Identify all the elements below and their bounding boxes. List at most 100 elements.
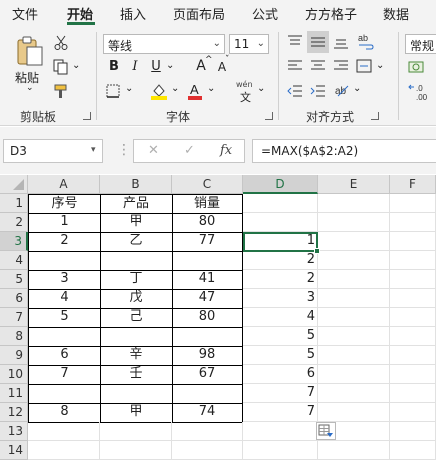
align-left-icon[interactable] bbox=[287, 59, 303, 73]
cell-f2[interactable] bbox=[390, 213, 436, 232]
alignment-launcher-icon[interactable] bbox=[371, 112, 379, 120]
cell-a8[interactable] bbox=[28, 327, 101, 347]
cell-b7[interactable]: 己 bbox=[100, 308, 173, 328]
copy-icon[interactable] bbox=[53, 59, 69, 75]
cell-e1[interactable] bbox=[318, 194, 390, 213]
name-box-dropdown-icon[interactable]: ▾ bbox=[91, 145, 96, 155]
cell-c5[interactable]: 41 bbox=[172, 270, 243, 290]
cell-d6[interactable]: 3 bbox=[243, 289, 318, 308]
cell-c8[interactable] bbox=[172, 327, 243, 347]
cell-c10[interactable]: 67 bbox=[172, 365, 243, 385]
fill-color-icon[interactable] bbox=[150, 82, 168, 100]
row-header-9[interactable]: 9 bbox=[0, 346, 28, 365]
cell-f11[interactable] bbox=[390, 384, 436, 403]
cell-a6[interactable]: 4 bbox=[28, 289, 101, 309]
row-header-3[interactable]: 3 bbox=[0, 232, 28, 251]
italic-button[interactable]: I bbox=[127, 59, 143, 74]
cell-a2[interactable]: 1 bbox=[28, 213, 101, 233]
cell-c3[interactable]: 77 bbox=[172, 232, 243, 252]
row-header-5[interactable]: 5 bbox=[0, 270, 28, 289]
cell-c9[interactable]: 98 bbox=[172, 346, 243, 366]
cell-b9[interactable]: 辛 bbox=[100, 346, 173, 366]
align-middle-button[interactable] bbox=[307, 31, 329, 53]
font-launcher-icon[interactable] bbox=[265, 112, 273, 120]
cell-a1[interactable]: 序号 bbox=[28, 194, 101, 214]
cell-f4[interactable] bbox=[390, 251, 436, 270]
cell-b1[interactable]: 产品 bbox=[100, 194, 173, 214]
cell-f14[interactable] bbox=[390, 441, 436, 460]
cell-c12[interactable]: 74 bbox=[172, 403, 243, 423]
row-header-4[interactable]: 4 bbox=[0, 251, 28, 270]
fill-handle[interactable] bbox=[314, 248, 320, 254]
copy-dropdown-icon[interactable]: ⌄ bbox=[72, 60, 80, 71]
phonetic-guide-button[interactable]: wén bbox=[236, 80, 253, 89]
cell-a4[interactable] bbox=[28, 251, 101, 271]
cell-f13[interactable] bbox=[390, 422, 436, 441]
cell-c1[interactable]: 销量 bbox=[172, 194, 243, 214]
cell-d13[interactable] bbox=[243, 422, 318, 441]
increase-decimal-icon[interactable]: .0 .00 bbox=[408, 83, 434, 101]
cell-d2[interactable] bbox=[243, 213, 318, 232]
cell-d11[interactable]: 7 bbox=[243, 384, 318, 403]
cell-b8[interactable] bbox=[100, 327, 173, 347]
cell-f7[interactable] bbox=[390, 308, 436, 327]
font-size-select[interactable]: 11 ⌄ bbox=[229, 34, 269, 54]
column-header-f[interactable]: F bbox=[390, 175, 436, 194]
cell-c4[interactable] bbox=[172, 251, 243, 271]
merge-center-icon[interactable] bbox=[356, 58, 372, 74]
cell-e6[interactable] bbox=[318, 289, 390, 308]
cell-a14[interactable] bbox=[28, 441, 100, 460]
cell-c11[interactable] bbox=[172, 384, 243, 404]
cell-a11[interactable] bbox=[28, 384, 101, 404]
tab-data[interactable]: 数据 bbox=[383, 4, 409, 23]
align-bottom-icon[interactable] bbox=[333, 35, 349, 49]
cell-b3[interactable]: 乙 bbox=[100, 232, 173, 252]
cell-b11[interactable] bbox=[100, 384, 173, 404]
row-header-14[interactable]: 14 bbox=[0, 441, 28, 460]
row-header-2[interactable]: 2 bbox=[0, 213, 28, 232]
cell-b5[interactable]: 丁 bbox=[100, 270, 173, 290]
cell-d9[interactable]: 5 bbox=[243, 346, 318, 365]
phonetic-dropdown-icon[interactable]: ⌄ bbox=[257, 83, 265, 94]
bold-button[interactable]: B bbox=[106, 59, 122, 74]
cell-b10[interactable]: 壬 bbox=[100, 365, 173, 385]
cell-e3[interactable] bbox=[318, 232, 390, 251]
font-color-icon[interactable]: A bbox=[187, 82, 203, 100]
cell-e12[interactable] bbox=[318, 403, 390, 422]
borders-icon[interactable] bbox=[106, 84, 120, 98]
underline-dropdown-icon[interactable]: ⌄ bbox=[166, 60, 174, 71]
cell-f12[interactable] bbox=[390, 403, 436, 422]
column-header-d[interactable]: D bbox=[243, 175, 318, 194]
cell-c7[interactable]: 80 bbox=[172, 308, 243, 328]
cell-e10[interactable] bbox=[318, 365, 390, 384]
cell-a3[interactable]: 2 bbox=[28, 232, 101, 252]
cell-e11[interactable] bbox=[318, 384, 390, 403]
cell-b2[interactable]: 甲 bbox=[100, 213, 173, 233]
merge-dropdown-icon[interactable]: ⌄ bbox=[376, 60, 384, 71]
align-right-icon[interactable] bbox=[333, 59, 349, 73]
align-center-icon[interactable] bbox=[310, 59, 326, 73]
cell-a9[interactable]: 6 bbox=[28, 346, 101, 366]
fill-color-dropdown-icon[interactable]: ⌄ bbox=[171, 83, 179, 94]
font-color-dropdown-icon[interactable]: ⌄ bbox=[207, 83, 215, 94]
cell-d5[interactable]: 2 bbox=[243, 270, 318, 289]
cell-b13[interactable] bbox=[100, 422, 172, 441]
worksheet-grid[interactable]: A B C D E F 1 序号 产品 销量 2 1 甲 80 3 2 乙 77 1 4 2 5 3 丁 41 2 6 4 戊 47 3 7 5… bbox=[0, 175, 436, 460]
row-header-1[interactable]: 1 bbox=[0, 194, 28, 213]
cell-a7[interactable]: 5 bbox=[28, 308, 101, 328]
formula-input[interactable]: =MAX($A$2:A2) bbox=[252, 139, 436, 163]
select-all-corner[interactable] bbox=[0, 175, 28, 194]
column-header-c[interactable]: C bbox=[172, 175, 243, 194]
cell-b12[interactable]: 甲 bbox=[100, 403, 173, 423]
row-header-11[interactable]: 11 bbox=[0, 384, 28, 403]
row-header-13[interactable]: 13 bbox=[0, 422, 28, 441]
name-box[interactable]: D3 ▾ bbox=[3, 139, 103, 163]
cell-c6[interactable]: 47 bbox=[172, 289, 243, 309]
cell-f6[interactable] bbox=[390, 289, 436, 308]
enter-icon[interactable]: ✓ bbox=[184, 143, 195, 158]
insert-function-icon[interactable]: fx bbox=[220, 143, 232, 158]
row-header-8[interactable]: 8 bbox=[0, 327, 28, 346]
cell-e8[interactable] bbox=[318, 327, 390, 346]
cancel-icon[interactable]: ✕ bbox=[148, 143, 159, 158]
column-header-a[interactable]: A bbox=[28, 175, 100, 194]
